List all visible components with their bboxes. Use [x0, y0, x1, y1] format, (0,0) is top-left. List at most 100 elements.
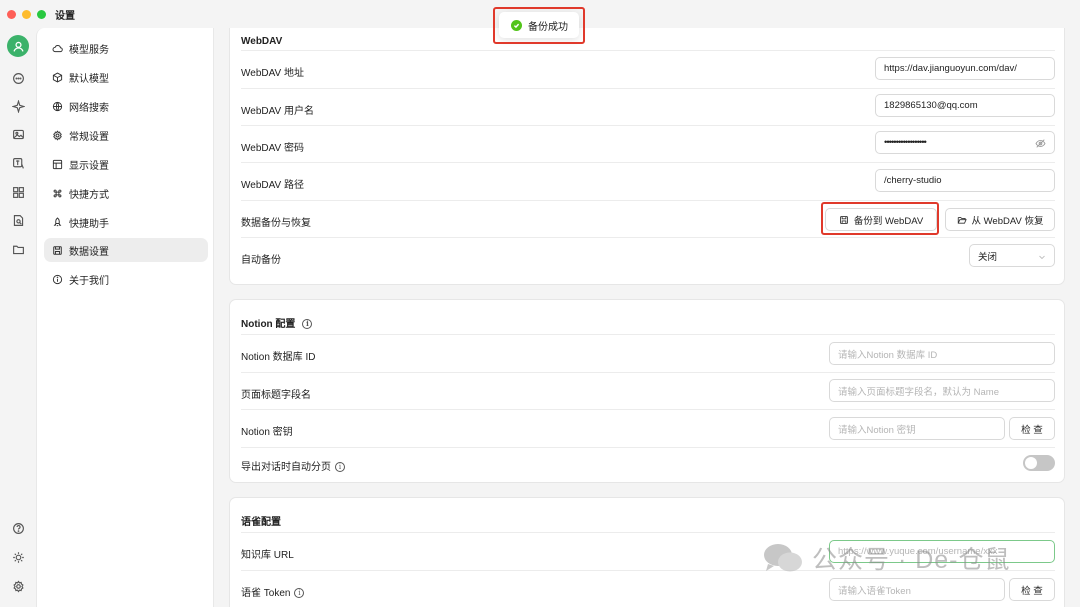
layout-icon: [52, 159, 63, 169]
notion-title: Notion 配置 i: [241, 315, 313, 330]
restore-button-label: 从 WebDAV 恢复: [971, 215, 1044, 227]
webdav-username-input[interactable]: 1829865130@qq.com: [875, 94, 1055, 117]
sidebar-item-data-settings[interactable]: 数据设置: [44, 238, 208, 262]
sidebar-item-default-model[interactable]: 默认模型: [44, 65, 208, 89]
webdav-username-row: WebDAV 用户名 1829865130@qq.com: [241, 88, 1055, 125]
gear-icon: [53, 129, 62, 141]
cloud-icon: [52, 44, 63, 52]
wechat-icon: [762, 541, 804, 575]
sidebar-item-label: 快捷方式: [69, 189, 109, 201]
notion-paging-label: 导出对话时自动分页 i: [241, 458, 345, 473]
sidebar-item-quick-assistant[interactable]: 快捷助手: [44, 210, 208, 234]
settings-icon[interactable]: [9, 577, 27, 595]
yuque-title: 语雀配置: [241, 517, 281, 528]
chat-icon[interactable]: [9, 69, 27, 87]
icon-bar: [0, 28, 36, 607]
webdav-password-input[interactable]: ••••••••••••••••••: [875, 131, 1055, 154]
toast-highlight-box: [493, 7, 585, 44]
watermark-text: 公众号 · De-仓鼠: [812, 546, 1011, 574]
webdav-title: WebDAV: [241, 36, 283, 47]
webdav-card: WebDAV WebDAV 地址 https://dav.jianguoyun.…: [229, 28, 1065, 285]
yuque-url-label: 知识库 URL: [241, 550, 294, 561]
rocket-icon: [53, 216, 62, 226]
window-controls: [7, 9, 46, 19]
webdav-address-label: WebDAV 地址: [241, 68, 304, 79]
info-icon[interactable]: i: [335, 462, 345, 473]
close-window-button[interactable]: [7, 9, 16, 19]
settings-sidebar: 模型服务 默认模型 网络搜索 常规设置 显示设置 快捷方式 快捷助手 数据设置 …: [36, 28, 214, 607]
notion-title-field-row: 页面标题字段名 请输入页面标题字段名，默认为 Name: [241, 372, 1055, 409]
auto-backup-select[interactable]: 关闭: [969, 244, 1055, 267]
image-icon[interactable]: [9, 125, 27, 143]
webdav-path-row: WebDAV 路径 /cherry-studio: [241, 162, 1055, 200]
webdav-path-label: WebDAV 路径: [241, 180, 304, 191]
sidebar-item-display[interactable]: 显示设置: [44, 152, 208, 176]
notion-paging-text: 导出对话时自动分页: [241, 462, 331, 473]
webdav-address-input[interactable]: https://dav.jianguoyun.com/dav/: [875, 57, 1055, 80]
notion-key-input[interactable]: 请输入Notion 密钥: [829, 417, 1005, 440]
yuque-token-text: 语雀 Token: [241, 588, 291, 599]
info-icon[interactable]: i: [302, 319, 313, 330]
notion-card: Notion 配置 i Notion 数据库 ID 请输入Notion 数据库 I…: [229, 299, 1065, 483]
folder-icon[interactable]: [9, 240, 27, 258]
info-icon: [52, 274, 63, 284]
sidebar-item-label: 关于我们: [69, 275, 109, 287]
help-icon[interactable]: [9, 519, 27, 537]
webdav-password-row: WebDAV 密码 ••••••••••••••••••: [241, 125, 1055, 162]
knowledge-icon[interactable]: [9, 211, 27, 229]
theme-sun-icon[interactable]: [9, 548, 27, 566]
watermark: 公众号 · De-仓鼠: [762, 540, 1011, 576]
folder-open-icon: [957, 216, 967, 224]
restore-from-webdav-button[interactable]: 从 WebDAV 恢复: [945, 208, 1055, 231]
notion-title-field-label: 页面标题字段名: [241, 390, 311, 401]
eye-off-icon[interactable]: [1035, 138, 1046, 149]
notion-title-field-input[interactable]: 请输入页面标题字段名，默认为 Name: [829, 379, 1055, 402]
webdav-address-row: WebDAV 地址 https://dav.jianguoyun.com/dav…: [241, 50, 1055, 88]
webdav-auto-row: 自动备份 关闭: [241, 237, 1055, 275]
sidebar-item-general[interactable]: 常规设置: [44, 123, 208, 147]
sidebar-item-about[interactable]: 关于我们: [44, 267, 208, 291]
notion-key-row: Notion 密钥 请输入Notion 密钥 检 查: [241, 409, 1055, 447]
sidebar-item-label: 网络搜索: [69, 102, 109, 114]
highlight-box: [821, 202, 939, 235]
sidebar-item-label: 显示设置: [69, 160, 109, 172]
notion-db-row: Notion 数据库 ID 请输入Notion 数据库 ID: [241, 334, 1055, 372]
notion-check-button[interactable]: 检 查: [1009, 417, 1055, 440]
avatar[interactable]: [7, 35, 29, 57]
sidebar-item-label: 快捷助手: [69, 218, 109, 230]
user-icon: [12, 41, 24, 52]
globe-icon: [52, 101, 63, 111]
sidebar-item-label: 默认模型: [69, 73, 109, 85]
apps-icon[interactable]: [9, 183, 27, 201]
command-icon: [53, 189, 62, 197]
window-title: 设置: [55, 10, 75, 22]
notion-title-text: Notion 配置: [241, 319, 296, 330]
sidebar-item-web-search[interactable]: 网络搜索: [44, 94, 208, 118]
yuque-check-button[interactable]: 检 查: [1009, 578, 1055, 601]
auto-paging-toggle[interactable]: [1023, 455, 1055, 471]
info-icon[interactable]: i: [294, 588, 305, 599]
notion-db-input[interactable]: 请输入Notion 数据库 ID: [829, 342, 1055, 365]
webdav-password-label: WebDAV 密码: [241, 143, 304, 154]
password-value: ••••••••••••••••••: [884, 137, 927, 148]
sidebar-item-label: 常规设置: [69, 131, 109, 143]
sparkle-icon[interactable]: [9, 97, 27, 115]
notion-paging-row: 导出对话时自动分页 i: [241, 447, 1055, 483]
yuque-token-label: 语雀 Token i: [241, 584, 305, 599]
sidebar-item-shortcuts[interactable]: 快捷方式: [44, 181, 208, 205]
webdav-backup-label: 数据备份与恢复: [241, 218, 311, 229]
maximize-window-button[interactable]: [37, 9, 46, 19]
sidebar-item-model-service[interactable]: 模型服务: [44, 36, 208, 60]
webdav-auto-label: 自动备份: [241, 255, 281, 266]
cube-icon: [52, 71, 63, 83]
notion-db-label: Notion 数据库 ID: [241, 352, 316, 363]
notion-key-label: Notion 密钥: [241, 427, 293, 438]
webdav-username-label: WebDAV 用户名: [241, 106, 314, 117]
sidebar-item-label: 模型服务: [69, 44, 109, 56]
sidebar-item-label: 数据设置: [69, 246, 109, 258]
translate-icon[interactable]: [9, 154, 27, 172]
minimize-window-button[interactable]: [22, 9, 31, 19]
yuque-token-input[interactable]: 请输入语雀Token: [829, 578, 1005, 601]
webdav-path-input[interactable]: /cherry-studio: [875, 169, 1055, 192]
auto-backup-value: 关闭: [978, 251, 998, 263]
